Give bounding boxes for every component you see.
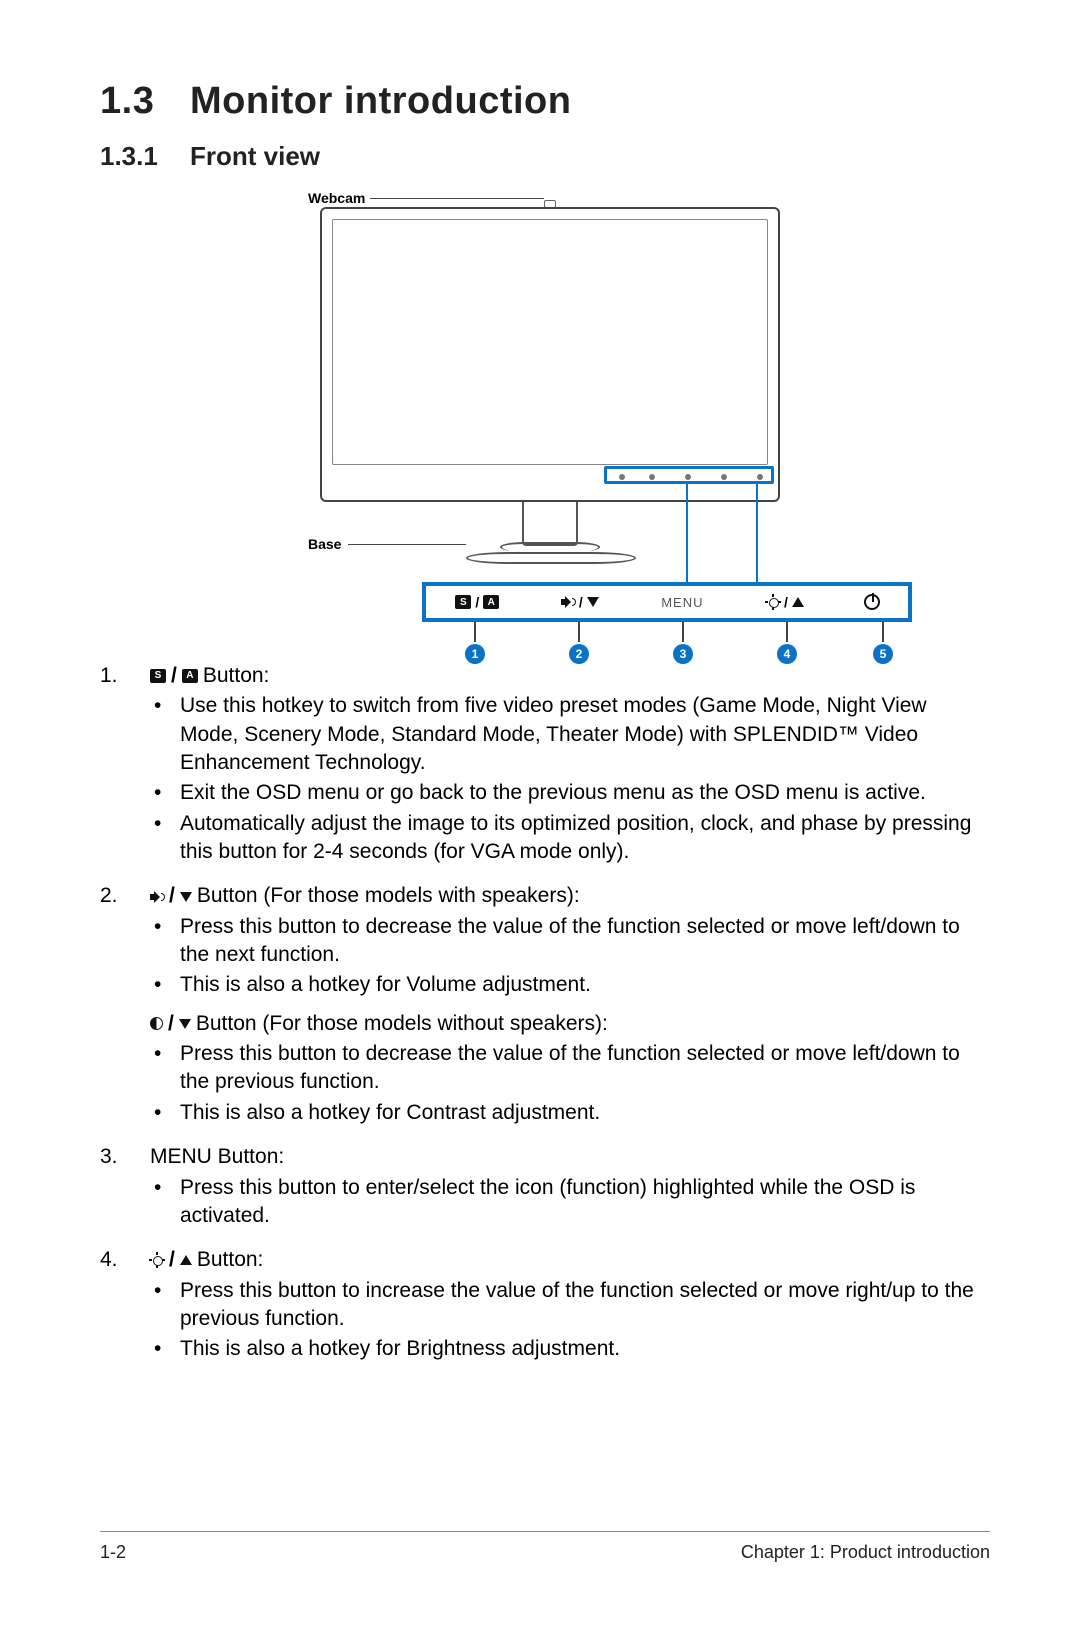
webcam-label: Webcam	[308, 190, 365, 206]
bar-power-button	[836, 594, 908, 610]
bullet-text: Use this hotkey to switch from five vide…	[180, 692, 990, 777]
list-item: 4. / Button: •Press this button to incre…	[100, 1246, 990, 1373]
badge-1: 1	[465, 644, 485, 664]
bullet-text: This is also a hotkey for Brightness adj…	[180, 1335, 990, 1363]
callout-numbers: 1 2 3 4 5	[422, 622, 912, 672]
page-number: 1-2	[100, 1542, 126, 1563]
label-text: Button:	[197, 1246, 264, 1274]
button-callout-bar: S / A / MENU /	[422, 582, 912, 622]
badge-4: 4	[777, 644, 797, 664]
bullet-text: Press this button to decrease the value …	[180, 913, 990, 970]
sun-icon	[150, 1253, 164, 1267]
label-text: Button (For those models without speaker…	[196, 1010, 608, 1038]
bezel-button-highlight	[604, 466, 774, 484]
page-footer: 1-2 Chapter 1: Product introduction	[100, 1531, 990, 1563]
list-item: 2. / Button (For those models with speak…	[100, 882, 990, 1137]
speaker-icon	[150, 891, 164, 903]
contrast-icon	[150, 1017, 163, 1030]
chapter-label: Chapter 1: Product introduction	[741, 1542, 990, 1563]
list-item: 1. S / A Button: •Use this hotkey to swi…	[100, 662, 990, 876]
down-triangle-icon	[587, 597, 599, 607]
front-view-diagram: Webcam Base S / A / MENU	[200, 182, 960, 652]
base-label: Base	[308, 536, 341, 552]
down-triangle-icon	[179, 1019, 191, 1029]
section-number: 1.3	[100, 80, 190, 123]
item-label: / Button:	[150, 1246, 990, 1274]
monitor-screen	[332, 219, 768, 465]
bar-sa-button: S / A	[426, 594, 529, 610]
subsection-number: 1.3.1	[100, 141, 190, 172]
label-text: MENU Button:	[150, 1143, 284, 1171]
speaker-icon	[561, 596, 575, 608]
bullet-text: Press this button to enter/select the ic…	[180, 1174, 990, 1231]
item-label: / Button (For those models with speakers…	[150, 882, 990, 910]
item-number: 1.	[100, 662, 150, 876]
item-label-alt: / Button (For those models without speak…	[150, 1010, 990, 1038]
callout-connector	[686, 484, 688, 582]
label-text: Button:	[203, 662, 270, 690]
monitor-base-top	[500, 542, 600, 552]
bullet-text: Automatically adjust the image to its op…	[180, 810, 990, 867]
section-title: Monitor introduction	[190, 80, 571, 122]
down-triangle-icon	[180, 892, 192, 902]
item-number: 4.	[100, 1246, 150, 1373]
badge-3: 3	[673, 644, 693, 664]
badge-2: 2	[569, 644, 589, 664]
power-icon	[864, 594, 880, 610]
bar-brightness-up-button: /	[734, 594, 837, 610]
up-triangle-icon	[792, 597, 804, 607]
subsection-heading: 1.3.1Front view	[100, 141, 990, 172]
webcam-leader-line	[370, 198, 544, 199]
sun-icon	[766, 595, 780, 609]
bar-volume-down-button: /	[529, 594, 632, 610]
page: 1.3Monitor introduction 1.3.1Front view …	[0, 0, 1080, 1627]
monitor-base	[466, 552, 636, 564]
s-icon: S	[150, 669, 166, 683]
menu-label: MENU	[661, 595, 703, 610]
button-descriptions: 1. S / A Button: •Use this hotkey to swi…	[100, 662, 990, 1374]
bar-menu-button: MENU	[631, 595, 734, 610]
bullet-text: Exit the OSD menu or go back to the prev…	[180, 779, 990, 807]
section-heading: 1.3Monitor introduction	[100, 80, 990, 123]
bullet-text: Press this button to increase the value …	[180, 1277, 990, 1334]
bullet-text: This is also a hotkey for Volume adjustm…	[180, 971, 990, 999]
callout-connector	[756, 484, 758, 582]
list-item: 3. MENU Button: •Press this button to en…	[100, 1143, 990, 1240]
item-number: 2.	[100, 882, 150, 1137]
bullet-text: This is also a hotkey for Contrast adjus…	[180, 1099, 990, 1127]
a-icon: A	[182, 669, 198, 683]
item-number: 3.	[100, 1143, 150, 1240]
subsection-title: Front view	[190, 141, 320, 171]
label-text: Button (For those models with speakers):	[197, 882, 580, 910]
bullet-text: Press this button to decrease the value …	[180, 1040, 990, 1097]
monitor-neck	[522, 502, 578, 546]
base-leader-line	[348, 544, 466, 545]
a-icon: A	[483, 595, 499, 609]
item-label: MENU Button:	[150, 1143, 990, 1171]
up-triangle-icon	[180, 1255, 192, 1265]
s-icon: S	[455, 595, 471, 609]
badge-5: 5	[873, 644, 893, 664]
